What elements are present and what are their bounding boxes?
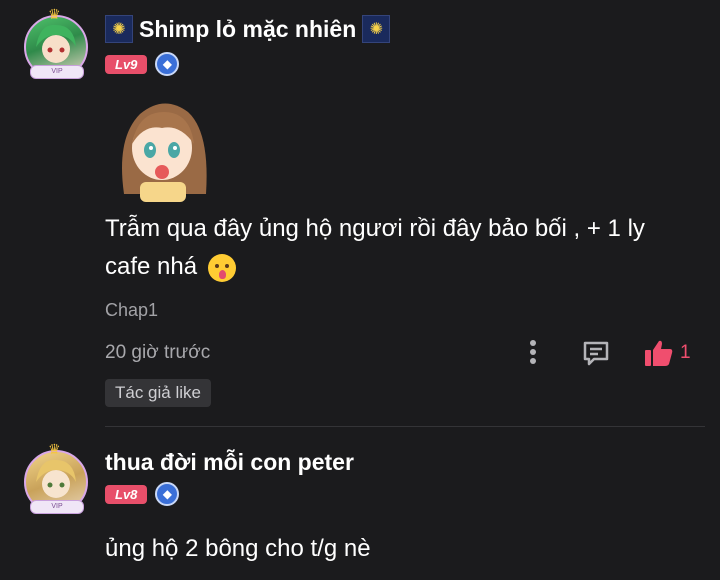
avatar-tag: VIP (30, 500, 84, 514)
user-badges: Lv9 ◆ (105, 52, 180, 76)
shield-icon: ◆ (155, 52, 180, 76)
level-badge: Lv9 (105, 54, 148, 74)
reply-icon[interactable] (582, 340, 610, 373)
username[interactable]: thua đời mỗi con peter (105, 449, 354, 476)
username[interactable]: Shimp lỏ mặc nhiên (139, 16, 356, 43)
firework-icon: ✺ (362, 15, 391, 43)
like-button[interactable]: 1 (644, 339, 691, 367)
comment-text: ủng hộ 2 bông cho t/g nè (105, 530, 685, 568)
comment-text: Trẫm qua đây ủng hộ ngươi rồi đây bảo bố… (105, 210, 685, 286)
thumbs-up-icon (645, 340, 673, 366)
firework-icon: ✺ (105, 15, 133, 43)
author-like-badge: Tác giả like (105, 379, 211, 407)
shield-icon: ◆ (155, 482, 180, 506)
divider (105, 426, 705, 427)
more-icon[interactable] (529, 340, 537, 366)
sticker-image (110, 98, 216, 202)
like-count: 1 (680, 342, 691, 363)
timestamp: 20 giờ trước (105, 342, 211, 363)
avatar-tag: VIP (30, 65, 84, 79)
avatar[interactable]: ♛ VIP (24, 6, 88, 79)
chapter-label[interactable]: Chap1 (105, 300, 158, 321)
crown-icon: ♛ (48, 6, 61, 22)
comment-text-line: ủng hộ 2 bông cho t/g nè (105, 535, 371, 562)
crown-icon: ♛ (48, 441, 61, 457)
avatar[interactable]: ♛ VIP (24, 441, 88, 514)
username-row: thua đời mỗi con peter (105, 449, 354, 476)
user-badges: Lv8 ◆ (105, 482, 180, 506)
comment-text-line-2: cafe nhá (105, 248, 685, 286)
comment-text-line: Trẫm qua đây ủng hộ ngươi rồi đây bảo bố… (105, 215, 645, 242)
emoji-icon (207, 253, 236, 282)
username-row: ✺ Shimp lỏ mặc nhiên ✺ (105, 15, 391, 43)
comment-text-line: cafe nhá (105, 253, 198, 280)
level-badge: Lv8 (105, 484, 148, 504)
